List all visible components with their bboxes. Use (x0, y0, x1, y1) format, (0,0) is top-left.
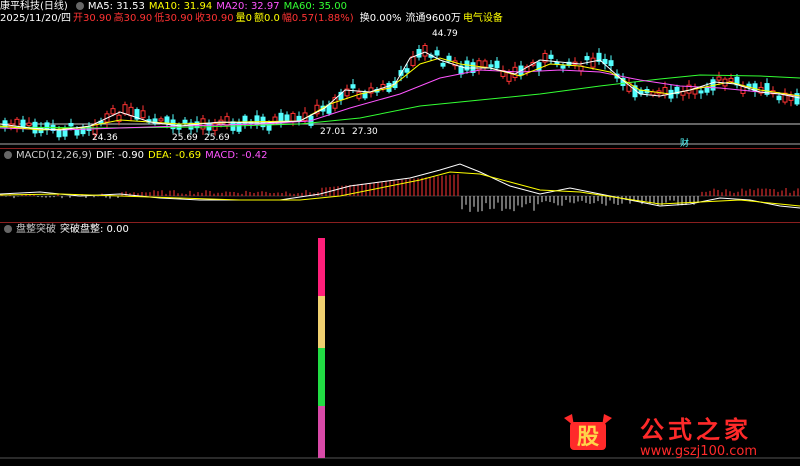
candle (728, 77, 734, 83)
candle (26, 122, 32, 127)
stock-title[interactable]: 康平科技(日线) (0, 1, 68, 12)
candle (350, 84, 356, 89)
candle (416, 49, 422, 58)
dea-line (0, 171, 800, 207)
price-low-label-1: 24.36 (92, 133, 118, 143)
change-label: 幅0.57(1.88%) (281, 13, 354, 24)
candle (158, 118, 164, 122)
panel-separator (0, 148, 800, 149)
candle (716, 76, 722, 81)
watermark-text: 公式之家 (640, 415, 752, 444)
open-label: 开30.90 (73, 13, 112, 24)
candle (122, 104, 128, 115)
turnover-label: 换0.00% (359, 13, 402, 24)
candle (278, 112, 284, 123)
candle (488, 64, 494, 68)
candle (410, 56, 416, 66)
candle (284, 114, 290, 122)
candle (512, 66, 518, 78)
chart-header: 康平科技(日线) MA5: 31.53 MA10: 31.94 MA20: 32.97… (0, 1, 351, 13)
candle (56, 130, 62, 138)
watermark-url: www.gszj100.com (640, 444, 758, 459)
date-label: 2025/11/20/四 (0, 13, 72, 24)
amount-label: 额0.0 (253, 13, 280, 24)
candle (482, 60, 488, 68)
price-mid-label-1: 27.01 (320, 127, 346, 137)
price-mid-label-2: 27.30 (352, 127, 378, 137)
candle (698, 90, 704, 94)
candle (140, 110, 146, 119)
gear-icon[interactable] (75, 2, 84, 10)
ma10-label: MA10: 31.94 (148, 1, 213, 12)
panel-separator (0, 222, 800, 223)
high-label: 高30.90 (113, 13, 153, 24)
candle (80, 127, 86, 135)
sector-label: 电气设备 (462, 13, 503, 24)
candle (434, 50, 440, 56)
signal-bar-segment-3 (318, 348, 325, 406)
candle (548, 54, 554, 59)
price-low-label-3: 25.69 (204, 133, 230, 143)
indicator-name[interactable]: 盘整突破 (16, 224, 56, 235)
candle (608, 60, 614, 67)
ma20-label: MA20: 32.97 (216, 1, 280, 12)
candle (650, 91, 656, 96)
candle (440, 62, 446, 67)
candle (182, 119, 188, 124)
signal-bar-segment-2 (318, 296, 325, 348)
gear-icon[interactable] (4, 225, 12, 233)
candle (494, 60, 500, 69)
signal-bar-segment-1 (318, 238, 325, 296)
macd-chart[interactable] (0, 160, 800, 224)
volume-label: 量0 (235, 13, 252, 24)
candle (776, 95, 782, 101)
candle (68, 122, 74, 127)
finance-marker[interactable]: 财 (680, 137, 689, 148)
ma5-label: MA5: 31.53 (87, 1, 145, 12)
candle (404, 68, 410, 73)
candle (164, 116, 170, 124)
price-high-label: 44.79 (432, 29, 458, 39)
indicator-header: 盘整突破 突破盘整: 0.00 (0, 224, 133, 236)
candle (704, 87, 710, 93)
indicator-value: 突破盘整: 0.00 (60, 224, 129, 235)
candle (224, 116, 230, 126)
float-label: 流通9600万 (405, 13, 461, 24)
price-low-label-2: 25.69 (172, 133, 198, 143)
ma60-label: MA60: 35.00 (283, 1, 347, 12)
gear-icon[interactable] (4, 151, 12, 159)
watermark-logo: 股 (564, 414, 612, 450)
candle (266, 122, 272, 131)
dif-line (0, 163, 800, 209)
candle (110, 108, 116, 115)
candle (590, 57, 596, 68)
macd-bars (1, 174, 799, 212)
close-label: 收30.90 (194, 13, 234, 24)
candle (74, 129, 80, 136)
low-label: 低30.90 (154, 13, 193, 24)
candle (422, 45, 428, 57)
logo-glyph: 股 (577, 425, 599, 450)
candle (560, 65, 566, 69)
candle (584, 56, 590, 61)
candlestick-chart[interactable]: 44.79 24.36 25.69 25.69 27.01 27.30 财 (0, 24, 800, 148)
signal-bar-segment-4 (318, 406, 325, 458)
candle (128, 106, 134, 117)
